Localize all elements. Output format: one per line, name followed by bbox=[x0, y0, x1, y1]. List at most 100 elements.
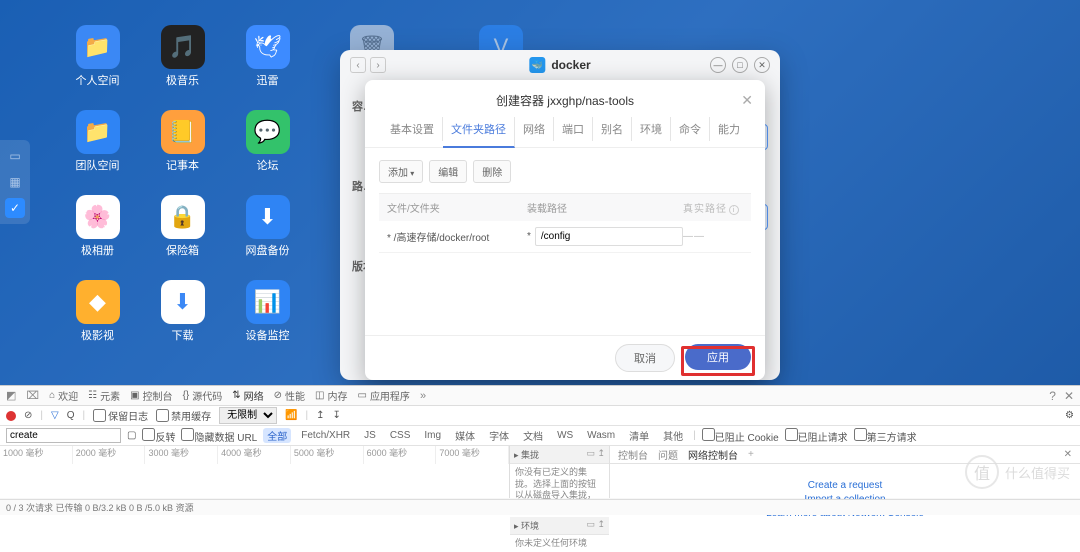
device-icon[interactable]: ⌧ bbox=[26, 389, 39, 402]
download-icon[interactable]: ↧ bbox=[333, 410, 341, 421]
close-icon[interactable]: ✕ bbox=[741, 92, 753, 109]
type-chip[interactable]: 字体 bbox=[485, 428, 513, 443]
type-chip[interactable]: Fetch/XHR bbox=[297, 430, 354, 441]
nav-forward[interactable]: › bbox=[370, 57, 386, 73]
col-real: 真实路径i bbox=[683, 200, 743, 215]
tab-basic[interactable]: 基本设置 bbox=[382, 117, 443, 141]
tab-env[interactable]: 环境 bbox=[632, 117, 671, 141]
invert[interactable]: 反转 bbox=[142, 428, 175, 444]
icon-safe[interactable]: 🔒保险箱 bbox=[140, 195, 225, 275]
icon-personal-space[interactable]: 📁个人空间 bbox=[55, 25, 140, 105]
settings-gear-icon[interactable]: ⚙ bbox=[1065, 410, 1074, 421]
filter-input[interactable] bbox=[6, 428, 121, 443]
type-chip[interactable]: CSS bbox=[386, 430, 415, 441]
watermark: 值 什么值得买 bbox=[965, 455, 1070, 489]
icon-forum[interactable]: 💬论坛 bbox=[225, 110, 310, 190]
modal-footer: 取消 应用 bbox=[365, 335, 765, 380]
hide-data-urls[interactable]: 隐藏数据 URL bbox=[181, 428, 257, 444]
blocked-cookie[interactable]: 已阻止 Cookie bbox=[702, 428, 779, 444]
add-button[interactable]: 添加 bbox=[379, 160, 423, 183]
close-devtools[interactable]: ✕ bbox=[1064, 389, 1074, 403]
icon-downloads[interactable]: ⬇下载 bbox=[140, 280, 225, 360]
icon-monitor[interactable]: 📊设备监控 bbox=[225, 280, 310, 360]
delete-button[interactable]: 删除 bbox=[473, 160, 511, 183]
record-icon[interactable] bbox=[6, 411, 16, 421]
upload-icon[interactable]: ↥ bbox=[316, 410, 324, 421]
tab-elements[interactable]: ☷元素 bbox=[88, 388, 120, 403]
tab-performance[interactable]: ⊘性能 bbox=[274, 388, 305, 403]
toolbar: 添加 编辑 删除 bbox=[379, 160, 751, 183]
clear-icon[interactable]: ⊘ bbox=[24, 410, 32, 421]
tab-cmd[interactable]: 命令 bbox=[671, 117, 710, 141]
dock-item[interactable]: ✓ bbox=[5, 198, 25, 218]
rtab-netconsole[interactable]: 网络控制台 bbox=[688, 447, 738, 462]
tab-port[interactable]: 端口 bbox=[554, 117, 593, 141]
tab-console[interactable]: ▣控制台 bbox=[130, 388, 172, 403]
icon-notes[interactable]: 📒记事本 bbox=[140, 110, 225, 190]
window-max[interactable]: □ bbox=[732, 57, 748, 73]
edit-button[interactable]: 编辑 bbox=[429, 160, 467, 183]
info-icon[interactable]: i bbox=[729, 205, 739, 215]
network-timeline[interactable]: 1000 毫秒2000 毫秒3000 毫秒 4000 毫秒5000 毫秒6000… bbox=[0, 446, 510, 498]
type-chip[interactable]: 媒体 bbox=[451, 428, 479, 443]
tab-folder-path[interactable]: 文件夹路径 bbox=[443, 117, 515, 148]
icon-team-space[interactable]: 📁团队空间 bbox=[55, 110, 140, 190]
inspect-icon[interactable]: ◩ bbox=[6, 389, 16, 402]
icon-album[interactable]: 🌸极相册 bbox=[55, 195, 140, 275]
type-chip[interactable]: Wasm bbox=[583, 430, 619, 441]
rtab-console[interactable]: 控制台 bbox=[618, 447, 648, 462]
keep-log[interactable]: 保留日志 bbox=[93, 408, 148, 423]
devtools: ◩ ⌧ ⌂欢迎 ☷元素 ▣控制台 {}源代码 ⇅网络 ⊘性能 ◫内存 ▭应用程序… bbox=[0, 385, 1080, 515]
type-chip[interactable]: WS bbox=[553, 430, 577, 441]
mount-path-input[interactable] bbox=[535, 227, 683, 246]
filter-icon[interactable]: ▽ bbox=[51, 410, 59, 421]
third-party[interactable]: 第三方请求 bbox=[854, 428, 917, 444]
col-mount: 装载路径 bbox=[527, 200, 683, 215]
window-close[interactable]: ✕ bbox=[754, 57, 770, 73]
docker-logo-icon: 🐳 bbox=[529, 57, 545, 73]
window-titlebar: ‹ › 🐳docker — □ ✕ bbox=[340, 50, 780, 80]
tab-network[interactable]: ⇅网络 bbox=[232, 388, 263, 403]
type-chip[interactable]: 其他 bbox=[659, 428, 687, 443]
type-chip[interactable]: 文档 bbox=[519, 428, 547, 443]
icon-music[interactable]: 🎵极音乐 bbox=[140, 25, 225, 105]
wifi-icon[interactable]: 📶 bbox=[285, 410, 297, 421]
icon-video[interactable]: ◆极影视 bbox=[55, 280, 140, 360]
tab-sources[interactable]: {}源代码 bbox=[183, 388, 223, 403]
status-bar: 0 / 3 次请求 已传输 0 B/3.2 kB 0 B /5.0 kB 资源 bbox=[0, 499, 1080, 515]
table-header: 文件/文件夹 装载路径 真实路径i bbox=[379, 193, 751, 221]
dock-item[interactable]: ▦ bbox=[5, 172, 25, 192]
search-icon[interactable]: Q bbox=[67, 410, 75, 421]
modal-title: 创建容器 jxxghp/nas-tools ✕ bbox=[365, 80, 765, 117]
disable-cache[interactable]: 禁用缓存 bbox=[156, 408, 211, 423]
cancel-button[interactable]: 取消 bbox=[615, 344, 675, 372]
type-chip[interactable]: Img bbox=[420, 430, 445, 441]
tab-capability[interactable]: 能力 bbox=[710, 117, 748, 141]
type-all[interactable]: 全部 bbox=[263, 428, 291, 443]
apply-button[interactable]: 应用 bbox=[685, 344, 751, 370]
nav-back[interactable]: ‹ bbox=[350, 57, 366, 73]
tab-application[interactable]: ▭应用程序 bbox=[357, 388, 409, 403]
table-row[interactable]: * /高速存储/docker/root * —— bbox=[379, 221, 751, 253]
network-toolbar: ⊘ | ▽ Q | 保留日志 禁用缓存 无限制 📶 | ↥ ↧ ⚙ bbox=[0, 406, 1080, 426]
add-tab[interactable]: + bbox=[748, 449, 754, 460]
throttle-select[interactable]: 无限制 bbox=[219, 407, 277, 424]
icon-xunlei[interactable]: 🕊迅雷 bbox=[225, 25, 310, 105]
help-icon[interactable]: ? bbox=[1049, 389, 1056, 403]
window-min[interactable]: — bbox=[710, 57, 726, 73]
regex-icon[interactable]: ▢ bbox=[127, 430, 136, 441]
tab-network[interactable]: 网络 bbox=[515, 117, 554, 141]
rtab-issues[interactable]: 问题 bbox=[658, 447, 678, 462]
dock-item[interactable]: ▭ bbox=[5, 146, 25, 166]
blocked-req[interactable]: 已阻止请求 bbox=[785, 428, 848, 444]
create-request-link[interactable]: Create a request bbox=[808, 480, 883, 491]
type-chip[interactable]: JS bbox=[360, 430, 380, 441]
section-env[interactable]: ▸ 环境▭ ↥ bbox=[510, 517, 609, 535]
tab-memory[interactable]: ◫内存 bbox=[315, 388, 347, 403]
tab-alias[interactable]: 别名 bbox=[593, 117, 632, 141]
section-collections[interactable]: ▸ 集拢▭ ↥ bbox=[510, 446, 609, 464]
type-chip[interactable]: 清单 bbox=[625, 428, 653, 443]
icon-cloud-backup[interactable]: ⬇网盘备份 bbox=[225, 195, 310, 275]
tab-welcome[interactable]: ⌂欢迎 bbox=[49, 388, 78, 403]
more-tabs[interactable]: » bbox=[420, 390, 426, 402]
